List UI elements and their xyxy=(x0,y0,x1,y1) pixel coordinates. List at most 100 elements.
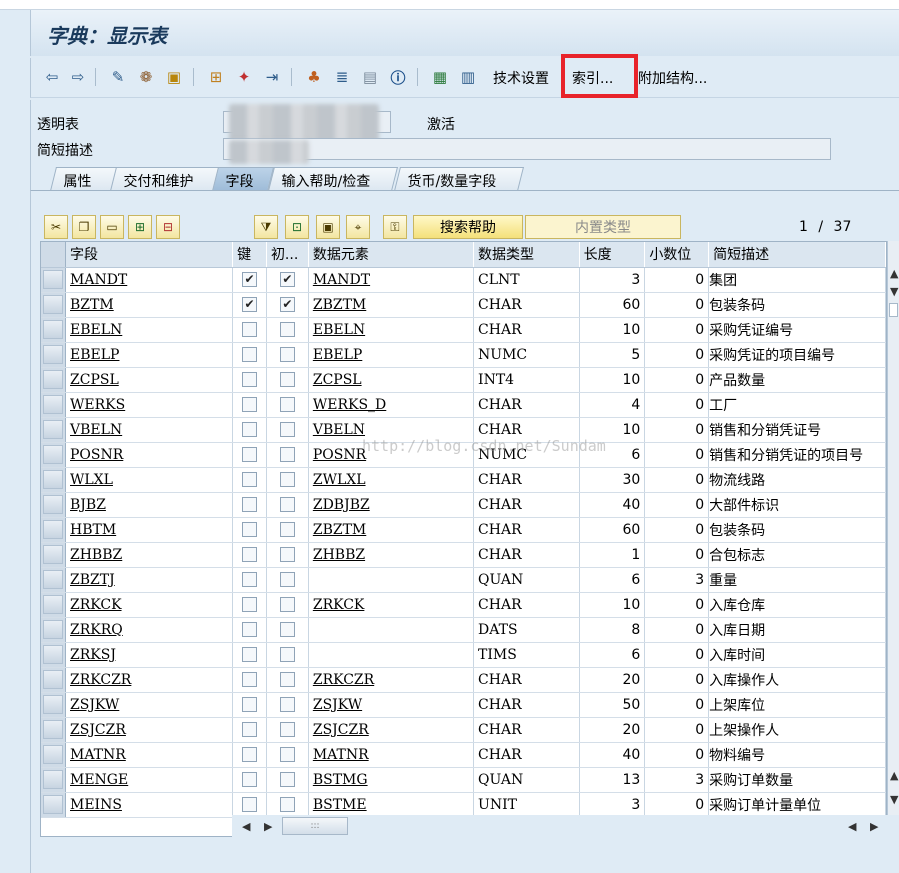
length-cell[interactable]: 40 xyxy=(579,492,646,518)
scroll-page-up-icon[interactable]: ▲ xyxy=(890,769,898,782)
key-checkbox[interactable]: ✔ xyxy=(242,272,257,287)
decimals-cell[interactable]: 0 xyxy=(644,317,710,343)
length-cell[interactable]: 10 xyxy=(579,317,646,343)
decimals-cell[interactable]: 0 xyxy=(644,617,710,643)
data-type-cell[interactable]: CHAR xyxy=(473,467,580,493)
data-element-cell[interactable]: VBELN xyxy=(308,417,475,443)
data-element-cell[interactable] xyxy=(308,567,475,593)
initial-checkbox[interactable] xyxy=(279,622,295,637)
data-type-cell[interactable]: QUAN xyxy=(473,567,580,593)
decimals-cell[interactable]: 3 xyxy=(644,767,710,793)
row-select-cell[interactable] xyxy=(41,692,66,718)
short-desc-cell[interactable]: 销售和分销凭证号 xyxy=(708,417,886,443)
short-desc-cell[interactable]: 集团 xyxy=(708,267,886,293)
initial-checkbox[interactable] xyxy=(279,447,295,462)
field-name-cell[interactable]: MANDT xyxy=(65,267,234,293)
data-type-cell[interactable]: CHAR xyxy=(473,417,580,443)
initial-checkbox[interactable] xyxy=(279,472,295,487)
field-name-cell[interactable]: ZRKCK xyxy=(65,592,234,618)
delete-row-icon[interactable]: ⊟ xyxy=(156,215,180,239)
length-cell[interactable]: 3 xyxy=(579,267,646,293)
row-select-cell[interactable] xyxy=(41,492,66,518)
initial-checkbox[interactable] xyxy=(279,422,295,437)
details-icon[interactable]: ▣ xyxy=(316,215,340,239)
decimals-cell[interactable]: 0 xyxy=(644,467,710,493)
decimals-cell[interactable]: 0 xyxy=(644,592,710,618)
data-type-cell[interactable]: CHAR xyxy=(473,542,580,568)
decimals-cell[interactable]: 0 xyxy=(644,292,710,318)
data-element-cell[interactable]: ZHBBZ xyxy=(308,542,475,568)
row-selector[interactable] xyxy=(43,720,63,739)
key-checkbox[interactable] xyxy=(242,472,257,487)
data-element-cell[interactable]: ZWLXL xyxy=(308,467,475,493)
decimals-cell[interactable]: 0 xyxy=(644,417,710,443)
data-element-cell[interactable] xyxy=(308,617,475,643)
initial-checkbox[interactable]: ✔ xyxy=(279,272,295,287)
short-desc-cell[interactable]: 重量 xyxy=(708,567,886,593)
hscroll-thumb[interactable]: ::: xyxy=(282,817,348,835)
data-type-cell[interactable]: QUAN xyxy=(473,767,580,793)
info-icon[interactable]: ⓘ xyxy=(387,66,409,88)
initial-checkbox[interactable] xyxy=(279,372,295,387)
row-select-cell[interactable] xyxy=(41,717,66,743)
row-select-cell[interactable] xyxy=(41,292,66,318)
tab-currency-quantity[interactable]: 货币/数量字段 xyxy=(394,167,524,191)
short-desc-cell[interactable]: 工厂 xyxy=(708,392,886,418)
short-desc-cell[interactable]: 大部件标识 xyxy=(708,492,886,518)
length-cell[interactable]: 3 xyxy=(579,792,646,818)
data-type-cell[interactable]: UNIT xyxy=(473,792,580,818)
row-selector[interactable] xyxy=(43,520,63,539)
short-desc-cell[interactable]: 产品数量 xyxy=(708,367,886,393)
where-used-icon[interactable]: ⊞ xyxy=(205,66,227,88)
length-cell[interactable]: 60 xyxy=(579,517,646,543)
row-selector[interactable] xyxy=(43,445,63,464)
data-element-cell[interactable]: ZCPSL xyxy=(308,367,475,393)
row-selector[interactable] xyxy=(43,345,63,364)
length-cell[interactable]: 6 xyxy=(579,642,646,668)
col-header-short-desc[interactable]: 简短描述 xyxy=(708,242,886,268)
field-name-cell[interactable]: MEINS xyxy=(65,792,234,818)
table-row[interactable]: MANDT ✔ ✔ MANDT CLNT 3 0 集团 xyxy=(41,267,886,293)
data-element-cell[interactable] xyxy=(308,642,475,668)
field-name-cell[interactable]: ZSJKW xyxy=(65,692,234,718)
initial-checkbox[interactable] xyxy=(279,547,295,562)
table-row[interactable]: ZBZTJ QUAN 6 3 重量 xyxy=(41,567,886,593)
key-checkbox[interactable] xyxy=(242,397,257,412)
data-element-cell[interactable]: EBELP xyxy=(308,342,475,368)
row-selector[interactable] xyxy=(43,745,63,764)
decimals-cell[interactable]: 0 xyxy=(644,442,710,468)
field-name-cell[interactable]: ZCPSL xyxy=(65,367,234,393)
key-checkbox[interactable] xyxy=(242,322,257,337)
forward-icon[interactable]: ⇨ xyxy=(67,66,89,88)
data-element-cell[interactable]: ZBZTM xyxy=(308,517,475,543)
row-selector[interactable] xyxy=(43,620,63,639)
vertical-scrollbar[interactable]: ▲ ▼ ▲ ▼ xyxy=(887,241,899,815)
scroll-up-icon[interactable]: ▲ xyxy=(890,267,898,280)
data-type-cell[interactable]: INT4 xyxy=(473,367,580,393)
paste-icon[interactable]: ▭ xyxy=(100,215,124,239)
table-row[interactable]: HBTM ZBZTM CHAR 60 0 包装条码 xyxy=(41,517,886,543)
table-row[interactable]: MEINS BSTME UNIT 3 0 采购订单计量单位 xyxy=(41,792,886,818)
short-desc-cell[interactable]: 入库日期 xyxy=(708,617,886,643)
new-rows-icon[interactable]: ⊡ xyxy=(285,215,309,239)
data-element-cell[interactable]: ZRKCK xyxy=(308,592,475,618)
field-name-cell[interactable]: POSNR xyxy=(65,442,234,468)
key-checkbox[interactable] xyxy=(242,797,257,812)
key-checkbox[interactable] xyxy=(242,447,257,462)
initial-checkbox[interactable] xyxy=(279,722,295,737)
scroll-left-icon[interactable]: ◀ xyxy=(242,820,250,833)
table-row[interactable]: VBELN VBELN CHAR 10 0 销售和分销凭证号 xyxy=(41,417,886,443)
row-selector[interactable] xyxy=(43,770,63,789)
row-select-cell[interactable] xyxy=(41,367,66,393)
short-desc-cell[interactable]: 入库仓库 xyxy=(708,592,886,618)
data-type-cell[interactable]: CHAR xyxy=(473,517,580,543)
row-selector[interactable] xyxy=(43,395,63,414)
decimals-cell[interactable]: 0 xyxy=(644,367,710,393)
row-selector[interactable] xyxy=(43,695,63,714)
initial-checkbox[interactable] xyxy=(279,347,295,362)
data-element-cell[interactable]: BSTME xyxy=(308,792,475,818)
table-row[interactable]: EBELN EBELN CHAR 10 0 采购凭证编号 xyxy=(41,317,886,343)
decimals-cell[interactable]: 0 xyxy=(644,792,710,818)
contents-icon[interactable]: ▥ xyxy=(457,66,479,88)
transport-icon[interactable]: ⇥ xyxy=(261,66,283,88)
